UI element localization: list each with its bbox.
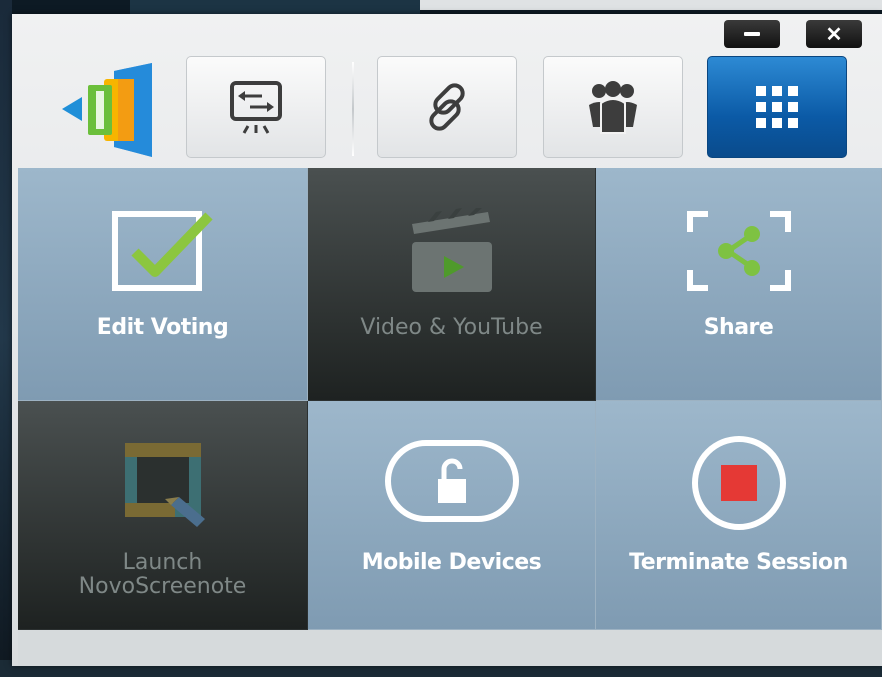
link-icon	[429, 83, 465, 131]
link-button[interactable]	[377, 56, 517, 158]
share-icon	[686, 211, 791, 291]
screen-share-icon	[230, 81, 282, 134]
app-window: ✕ Edit Voting Video & YouTube Share Laun…	[12, 14, 882, 666]
checkbox-check-icon	[111, 211, 213, 291]
tile-share[interactable]: Share	[596, 168, 882, 401]
novo-logo	[52, 59, 156, 159]
users-button[interactable]	[543, 56, 683, 158]
close-icon: ✕	[825, 23, 843, 46]
tile-label: Edit Voting	[96, 315, 229, 340]
tile-launch-novoscreenote: Launch NovoScreenote	[18, 401, 308, 630]
stop-icon	[691, 436, 786, 530]
tile-mobile-devices[interactable]: Mobile Devices	[308, 401, 596, 630]
status-bar	[18, 630, 882, 666]
tile-label-line2: NovoScreenote	[78, 574, 247, 599]
tile-label: Launch NovoScreenote	[18, 551, 307, 599]
minimize-icon	[744, 32, 760, 36]
tile-label: Terminate Session	[629, 550, 848, 575]
apps-menu-button[interactable]	[707, 56, 847, 158]
clapperboard-icon	[411, 208, 492, 292]
tile-label-line1: Launch	[122, 550, 203, 575]
tile-video-youtube: Video & YouTube	[308, 168, 596, 401]
tile-label: Mobile Devices	[361, 550, 542, 575]
toolbar-separator	[352, 62, 354, 156]
screenote-icon	[124, 443, 205, 527]
grid-menu-icon	[756, 86, 798, 128]
unlock-icon	[384, 440, 519, 522]
users-icon	[589, 81, 637, 134]
tile-edit-voting[interactable]: Edit Voting	[18, 168, 308, 401]
tile-label: Share	[703, 315, 774, 340]
close-button[interactable]: ✕	[806, 20, 862, 48]
tile-terminate-session[interactable]: Terminate Session	[596, 401, 882, 630]
screen-share-button[interactable]	[186, 56, 326, 158]
tile-label: Video & YouTube	[360, 315, 543, 340]
feature-grid: Edit Voting Video & YouTube Share Launch…	[18, 168, 882, 630]
minimize-button[interactable]	[724, 20, 780, 48]
